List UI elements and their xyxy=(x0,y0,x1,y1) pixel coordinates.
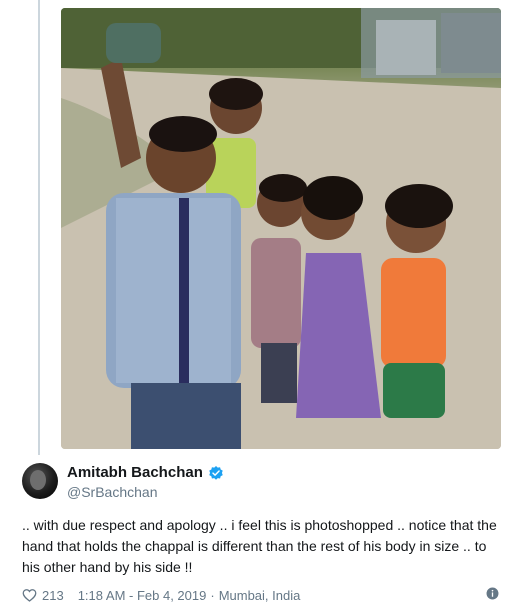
tweet-text: .. with due respect and apology .. i fee… xyxy=(22,517,497,575)
heart-icon[interactable] xyxy=(22,588,37,602)
tweet-location[interactable]: Mumbai, India xyxy=(219,588,301,603)
tweet-author[interactable]: Amitabh Bachchan @SrBachchan xyxy=(22,462,482,502)
author-name-row: Amitabh Bachchan xyxy=(67,464,224,481)
author-name[interactable]: Amitabh Bachchan xyxy=(67,464,203,481)
avatar-face xyxy=(30,470,46,490)
meta-separator: · xyxy=(210,587,215,603)
thread-connector-line xyxy=(38,0,40,455)
author-avatar[interactable] xyxy=(22,463,58,499)
photo-illustration xyxy=(61,8,501,449)
verified-badge-icon xyxy=(209,465,223,480)
tweet-meta: 213 1:18 AM - Feb 4, 2019 · Mumbai, Indi… xyxy=(22,585,500,605)
tweet-timestamp[interactable]: 1:18 AM - Feb 4, 2019 xyxy=(78,588,207,603)
info-icon[interactable] xyxy=(486,587,499,600)
like-count[interactable]: 213 xyxy=(42,588,64,603)
tweet-photo[interactable] xyxy=(61,8,501,449)
author-handle[interactable]: @SrBachchan xyxy=(67,484,157,500)
